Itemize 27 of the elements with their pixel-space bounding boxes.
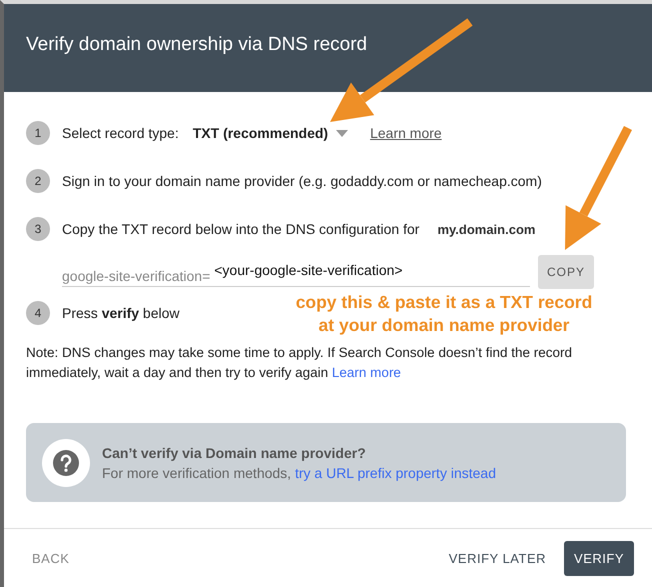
verify-button[interactable]: VERIFY [564,540,634,576]
step-number: 2 [26,169,50,193]
dialog-title: Verify domain ownership via DNS record [26,34,368,56]
caret-icon [336,130,348,136]
step-label: Sign in to your domain name provider (e.g. godaddy.com or namecheap.com) [62,173,542,189]
help-icon [42,438,90,486]
help-text: For more verification methods, try a URL prefix property instead [102,464,496,480]
annotation-text: copy this & paste it as a TXT record [296,291,592,314]
step-number: 3 [26,217,50,241]
record-field[interactable]: google-site-verification= <your-google-site-verification> [62,257,530,287]
annotation-text: at your domain name provider [318,314,570,337]
copy-button[interactable]: COPY [538,255,594,289]
verify-later-button[interactable]: VERIFY LATER [438,540,556,576]
field-prefix: google-site-verification= [62,268,210,284]
learn-more-link[interactable]: Learn more [370,125,442,141]
learn-more-link[interactable]: Learn more [332,365,401,380]
step-label: Copy the TXT record below into the DNS configuration for [62,221,420,237]
record-type-dropdown[interactable]: TXT (recommended) [192,125,348,141]
back-button[interactable]: BACK [22,540,80,576]
field-value: <your-google-site-verification> [214,262,403,278]
note-text: Note: DNS changes may take some time to apply. If Search Console doesn’t find the record immediately, wait a day and then try to verify again Learn more [26,344,574,382]
step-number: 4 [26,301,50,325]
step-label: Press verify below [62,305,180,321]
domain-name: my.domain.com [437,222,536,236]
help-title: Can’t verify via Domain name provider? [102,444,367,460]
step-number: 1 [26,121,50,145]
step-label: Select record type: [62,125,179,141]
